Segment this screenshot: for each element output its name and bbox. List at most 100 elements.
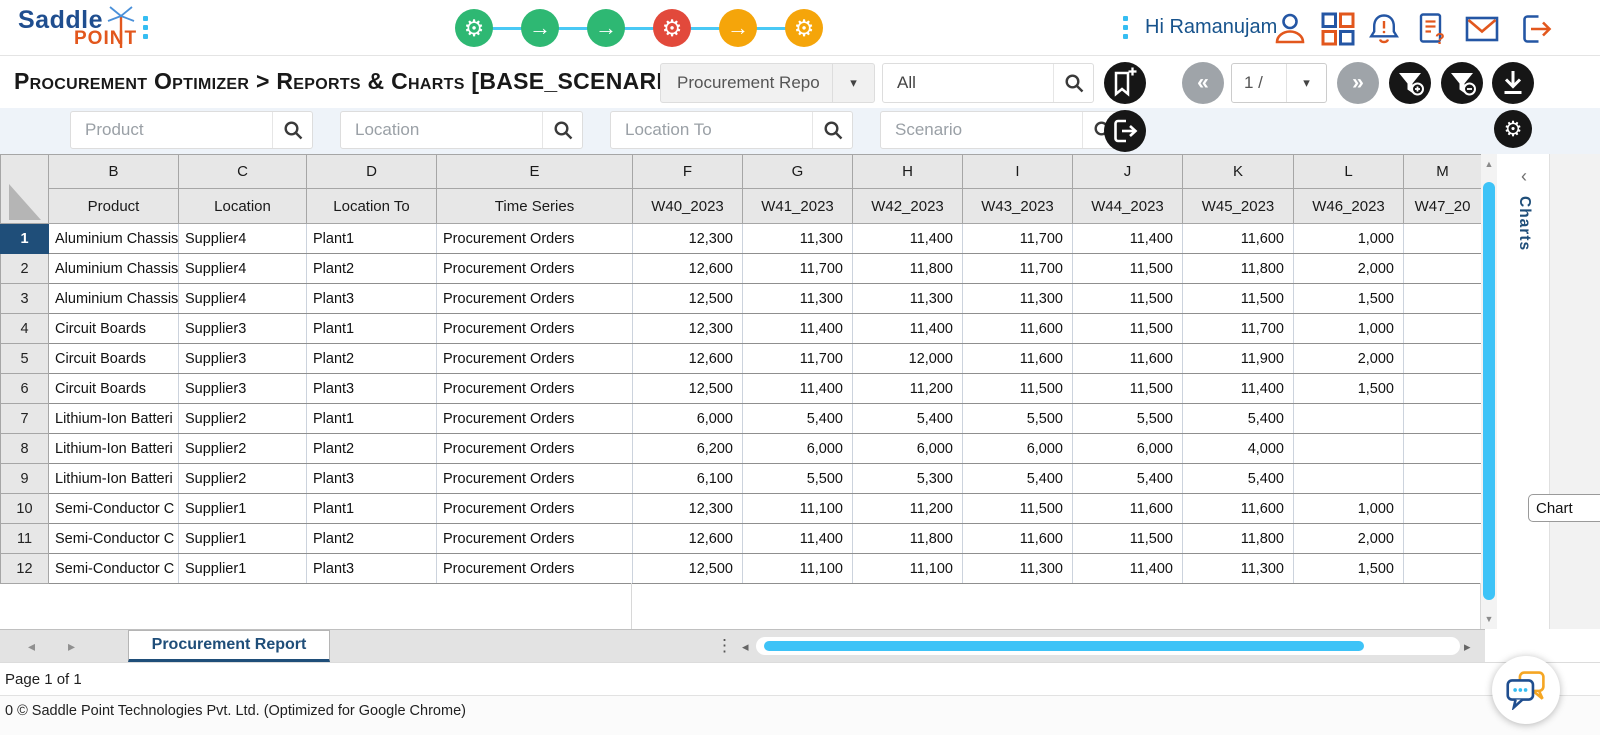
row-number-2[interactable]: 2	[0, 253, 49, 284]
column-letter-M[interactable]: M	[1403, 154, 1482, 189]
cell[interactable]: 5,500	[742, 463, 853, 494]
cell[interactable]: 11,600	[1182, 223, 1294, 254]
cell[interactable]: 12,600	[632, 253, 743, 284]
cell[interactable]: 11,600	[1072, 493, 1183, 524]
report-type-dropdown[interactable]: Procurement Repo ▾	[660, 63, 875, 103]
column-header[interactable]: W40_2023	[632, 188, 743, 224]
cell[interactable]: Supplier4	[178, 283, 307, 314]
column-letter-K[interactable]: K	[1182, 154, 1294, 189]
row-number-8[interactable]: 8	[0, 433, 49, 464]
product-filter-input[interactable]	[71, 112, 272, 148]
charts-panel-title[interactable]: Charts	[1515, 196, 1533, 251]
logout-icon[interactable]	[1518, 11, 1554, 47]
location-to-filter-input[interactable]	[611, 112, 812, 148]
cell[interactable]: Plant3	[306, 553, 437, 584]
cell[interactable]: Plant2	[306, 433, 437, 464]
bookmark-add-button[interactable]	[1104, 62, 1146, 104]
cell[interactable]: Supplier3	[178, 313, 307, 344]
horizontal-scroll-thumb[interactable]	[764, 641, 1364, 651]
cell[interactable]: Procurement Orders	[436, 493, 633, 524]
column-letter-E[interactable]: E	[436, 154, 633, 189]
cell[interactable]: Procurement Orders	[436, 343, 633, 374]
cell[interactable]: 11,300	[742, 283, 853, 314]
workflow-step-arrow-icon[interactable]: →	[587, 9, 625, 47]
cell[interactable]: 6,100	[632, 463, 743, 494]
cell[interactable]: 11,700	[962, 223, 1073, 254]
cell[interactable]: 5,500	[1072, 403, 1183, 434]
chat-widget-button[interactable]	[1492, 656, 1560, 724]
cell[interactable]	[1293, 433, 1404, 464]
cell[interactable]: 11,700	[1182, 313, 1294, 344]
cell[interactable]: Procurement Orders	[436, 463, 633, 494]
cell[interactable]: Aluminium Chassis	[48, 283, 179, 314]
cell[interactable]: Supplier3	[178, 373, 307, 404]
scroll-down-icon[interactable]: ▼	[1481, 614, 1497, 624]
cell[interactable]	[1403, 313, 1482, 344]
row-number-4[interactable]: 4	[0, 313, 49, 344]
cell[interactable]	[1403, 403, 1482, 434]
cell[interactable]: 5,400	[852, 403, 963, 434]
cell[interactable]: 12,500	[632, 283, 743, 314]
cell[interactable]: Supplier4	[178, 223, 307, 254]
workflow-step-gear-icon[interactable]: ⚙	[455, 9, 493, 47]
cell[interactable]: Supplier3	[178, 343, 307, 374]
cell[interactable]: 11,400	[742, 373, 853, 404]
column-letter-H[interactable]: H	[852, 154, 963, 189]
cell[interactable]: 11,600	[962, 343, 1073, 374]
row-number-6[interactable]: 6	[0, 373, 49, 404]
cell[interactable]	[1403, 343, 1482, 374]
search-icon[interactable]	[812, 112, 852, 148]
cell[interactable]: 11,500	[1072, 373, 1183, 404]
tab-menu-dots-icon[interactable]: ⋮	[716, 636, 733, 656]
column-letter-C[interactable]: C	[178, 154, 307, 189]
cell[interactable]: 1,000	[1293, 223, 1404, 254]
workflow-step-arrow-icon[interactable]: →	[719, 9, 757, 47]
row-number-11[interactable]: 11	[0, 523, 49, 554]
cell[interactable]: 11,100	[742, 493, 853, 524]
row-number-3[interactable]: 3	[0, 283, 49, 314]
cell[interactable]: 1,500	[1293, 283, 1404, 314]
left-menu-dots-icon[interactable]	[143, 16, 149, 43]
column-letter-B[interactable]: B	[48, 154, 179, 189]
cell[interactable]: 12,500	[632, 373, 743, 404]
vertical-scroll-thumb[interactable]	[1483, 182, 1495, 600]
cell[interactable]: Procurement Orders	[436, 253, 633, 284]
cell[interactable]: Procurement Orders	[436, 403, 633, 434]
cell[interactable]: Lithium-Ion Batteri	[48, 403, 179, 434]
cell[interactable]: 11,700	[962, 253, 1073, 284]
cell[interactable]: 11,400	[852, 313, 963, 344]
cell[interactable]: Supplier1	[178, 523, 307, 554]
vertical-scrollbar[interactable]: ▲ ▼	[1481, 154, 1497, 629]
cell[interactable]: Circuit Boards	[48, 313, 179, 344]
column-letter-L[interactable]: L	[1293, 154, 1404, 189]
cell[interactable]	[1403, 283, 1482, 314]
cell[interactable]: 11,300	[1182, 553, 1294, 584]
cell[interactable]: 11,300	[852, 283, 963, 314]
cell[interactable]: Lithium-Ion Batteri	[48, 433, 179, 464]
cell[interactable]: 11,500	[1072, 253, 1183, 284]
column-header[interactable]: W47_20	[1403, 188, 1482, 224]
search-icon[interactable]	[1053, 64, 1093, 102]
cell[interactable]: 1,000	[1293, 313, 1404, 344]
cell[interactable]	[1293, 403, 1404, 434]
row-number-12[interactable]: 12	[0, 553, 49, 584]
cell[interactable]: 11,900	[1182, 343, 1294, 374]
cell[interactable]: 5,500	[962, 403, 1073, 434]
cell[interactable]: Circuit Boards	[48, 343, 179, 374]
column-letter-F[interactable]: F	[632, 154, 743, 189]
user-profile-icon[interactable]	[1272, 11, 1308, 47]
cell[interactable]: 11,600	[962, 523, 1073, 554]
cell[interactable]: 4,000	[1182, 433, 1294, 464]
cell[interactable]: 11,300	[742, 223, 853, 254]
row-number-5[interactable]: 5	[0, 343, 49, 374]
cell[interactable]: Supplier2	[178, 433, 307, 464]
row-number-7[interactable]: 7	[0, 403, 49, 434]
cell[interactable]: Semi-Conductor C	[48, 493, 179, 524]
cell[interactable]: 11,500	[962, 373, 1073, 404]
cell[interactable]: 11,100	[852, 553, 963, 584]
sheet-prev-icon[interactable]: ◂	[28, 638, 35, 655]
cell[interactable]: 11,800	[1182, 523, 1294, 554]
download-button[interactable]	[1492, 62, 1534, 104]
cell[interactable]: Procurement Orders	[436, 223, 633, 254]
column-letter-J[interactable]: J	[1072, 154, 1183, 189]
